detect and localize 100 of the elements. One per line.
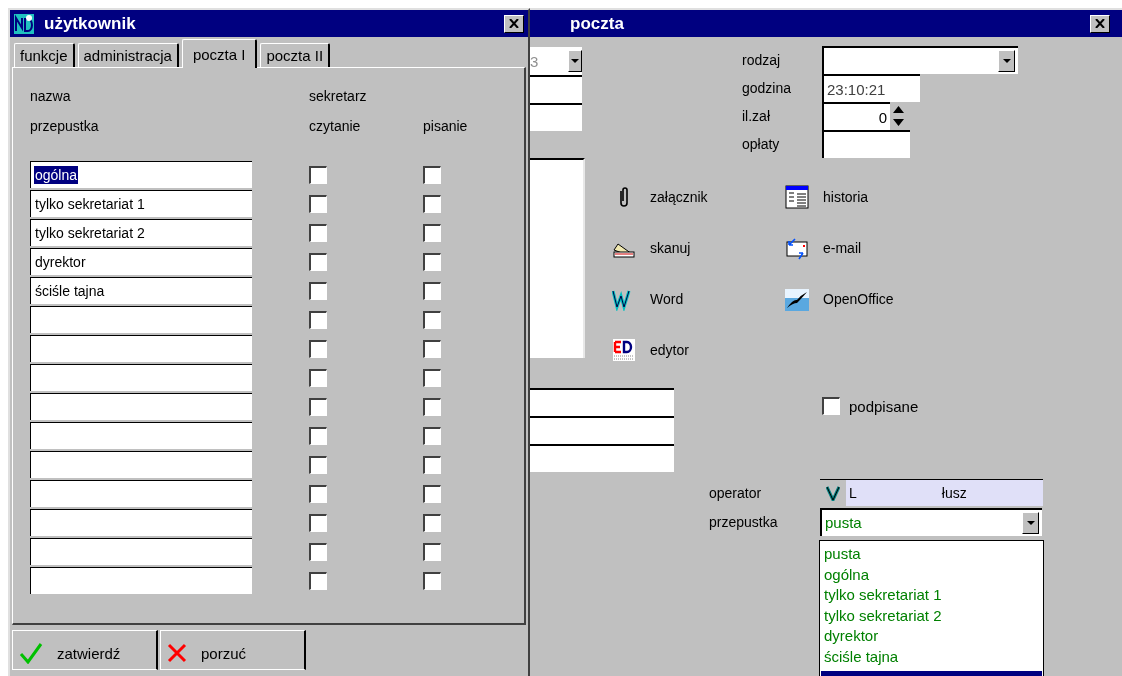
checkbox[interactable] [309, 397, 327, 416]
caret-icon [1002, 59, 1011, 63]
action-button[interactable]: porzuć [160, 630, 306, 670]
input-field[interactable] [530, 444, 674, 472]
input-field[interactable] [30, 306, 252, 333]
envelope-icon [785, 236, 809, 260]
checkbox[interactable] [423, 339, 441, 358]
action-button[interactable]: zatwierdź [12, 630, 158, 670]
checkbox[interactable] [423, 397, 441, 416]
input-field[interactable]: ściśle tajna [30, 277, 252, 304]
input-field[interactable] [30, 451, 252, 478]
field-label: opłaty [742, 136, 781, 152]
list-option[interactable]: tylko sekretariat 1 [824, 585, 1039, 606]
dropdown-button[interactable] [998, 50, 1015, 72]
action-button[interactable]: Word [612, 287, 785, 311]
checkbox[interactable] [423, 513, 441, 532]
column-header: pisanie [423, 118, 469, 134]
checkbox[interactable] [309, 165, 327, 184]
checkbox[interactable] [423, 426, 441, 445]
ed-letters-icon [612, 338, 636, 362]
cross-icon [167, 643, 187, 663]
checkbox[interactable] [423, 165, 441, 184]
combo-value: 3 [530, 52, 539, 70]
input-field[interactable] [822, 130, 910, 158]
tab[interactable]: poczta II [260, 43, 331, 67]
checkbox[interactable] [309, 223, 327, 242]
checkbox[interactable] [423, 484, 441, 503]
checkbox[interactable] [423, 223, 441, 242]
input-field[interactable] [30, 364, 252, 391]
checkbox[interactable] [309, 194, 327, 213]
action-button[interactable]: załącznik [612, 185, 785, 209]
field-label: operator [709, 484, 763, 501]
input-field[interactable] [530, 75, 582, 103]
v-check-icon [826, 485, 840, 501]
field-label: rodzaj [742, 52, 782, 68]
list-option[interactable]: ściśle tajna [824, 646, 1039, 667]
input-field[interactable] [30, 538, 252, 565]
caret-icon [571, 59, 579, 63]
caret-icon [1026, 520, 1035, 525]
checkbox[interactable] [822, 397, 840, 415]
checkbox[interactable] [309, 455, 327, 474]
checkbox[interactable] [309, 310, 327, 329]
dropdown-button[interactable] [1022, 511, 1039, 534]
list-option[interactable]: tylko sekretariat 2 [824, 605, 1039, 626]
input-field[interactable] [530, 416, 674, 444]
checkbox[interactable] [309, 542, 327, 561]
tab[interactable]: administracja [77, 43, 179, 67]
field-label: il.zał [742, 108, 771, 124]
action-button[interactable]: edytor [612, 338, 785, 362]
combo-box[interactable]: pusta [820, 507, 1042, 536]
input-field[interactable]: 23:10:21 [822, 74, 920, 102]
tab[interactable]: funkcje [14, 43, 75, 67]
checkbox[interactable] [309, 252, 327, 271]
column-header: przepustka [30, 118, 100, 134]
operator-field[interactable]: L łusz [846, 480, 1043, 506]
checkbox[interactable] [309, 368, 327, 387]
checkbox[interactable] [423, 281, 441, 300]
checkbox[interactable] [423, 194, 441, 213]
close-button[interactable] [1090, 14, 1110, 33]
input-field[interactable]: tylko sekretariat 1 [30, 190, 252, 217]
input-field[interactable] [30, 393, 252, 420]
checkbox[interactable] [423, 368, 441, 387]
checkbox[interactable] [423, 542, 441, 561]
input-field[interactable] [530, 388, 674, 416]
input-field[interactable] [30, 422, 252, 449]
input-field[interactable] [30, 567, 252, 594]
input-field[interactable]: dyrektor [30, 248, 252, 275]
list-option[interactable]: pusta [824, 544, 1039, 565]
checkbox[interactable] [309, 426, 327, 445]
checkbox[interactable] [423, 455, 441, 474]
column-header: sekretarz [309, 88, 368, 104]
close-button[interactable] [504, 14, 524, 33]
input-field[interactable]: ogólna [30, 161, 252, 188]
checkbox[interactable] [309, 571, 327, 590]
checkbox[interactable] [309, 281, 327, 300]
input-field[interactable] [30, 335, 252, 362]
checkbox-label: podpisane [849, 397, 919, 415]
column-header: nazwa [30, 88, 72, 104]
list-option[interactable]: dyrektor [824, 626, 1039, 647]
action-button[interactable]: historia [785, 185, 945, 209]
input-field[interactable] [30, 480, 252, 507]
input-field[interactable] [530, 103, 582, 131]
checkbox[interactable] [309, 339, 327, 358]
tab[interactable]: poczta I [181, 39, 258, 68]
combo-box[interactable] [822, 46, 1018, 74]
dropdown-button[interactable] [568, 50, 582, 72]
checkbox[interactable] [423, 310, 441, 329]
action-button[interactable]: e-mail [785, 236, 945, 260]
checkbox[interactable] [423, 571, 441, 590]
action-button[interactable]: skanuj [612, 236, 785, 260]
list-option[interactable]: ogólna [824, 564, 1039, 585]
input-field[interactable]: tylko sekretariat 2 [30, 219, 252, 246]
checkbox[interactable] [423, 252, 441, 271]
input-field[interactable] [30, 509, 252, 536]
input-field[interactable]: 0 [822, 102, 890, 130]
checkbox[interactable] [309, 484, 327, 503]
app-logo-icon [14, 13, 34, 34]
operator-code: L [849, 485, 857, 501]
checkbox[interactable] [309, 513, 327, 532]
action-button[interactable]: OpenOffice [785, 287, 945, 311]
